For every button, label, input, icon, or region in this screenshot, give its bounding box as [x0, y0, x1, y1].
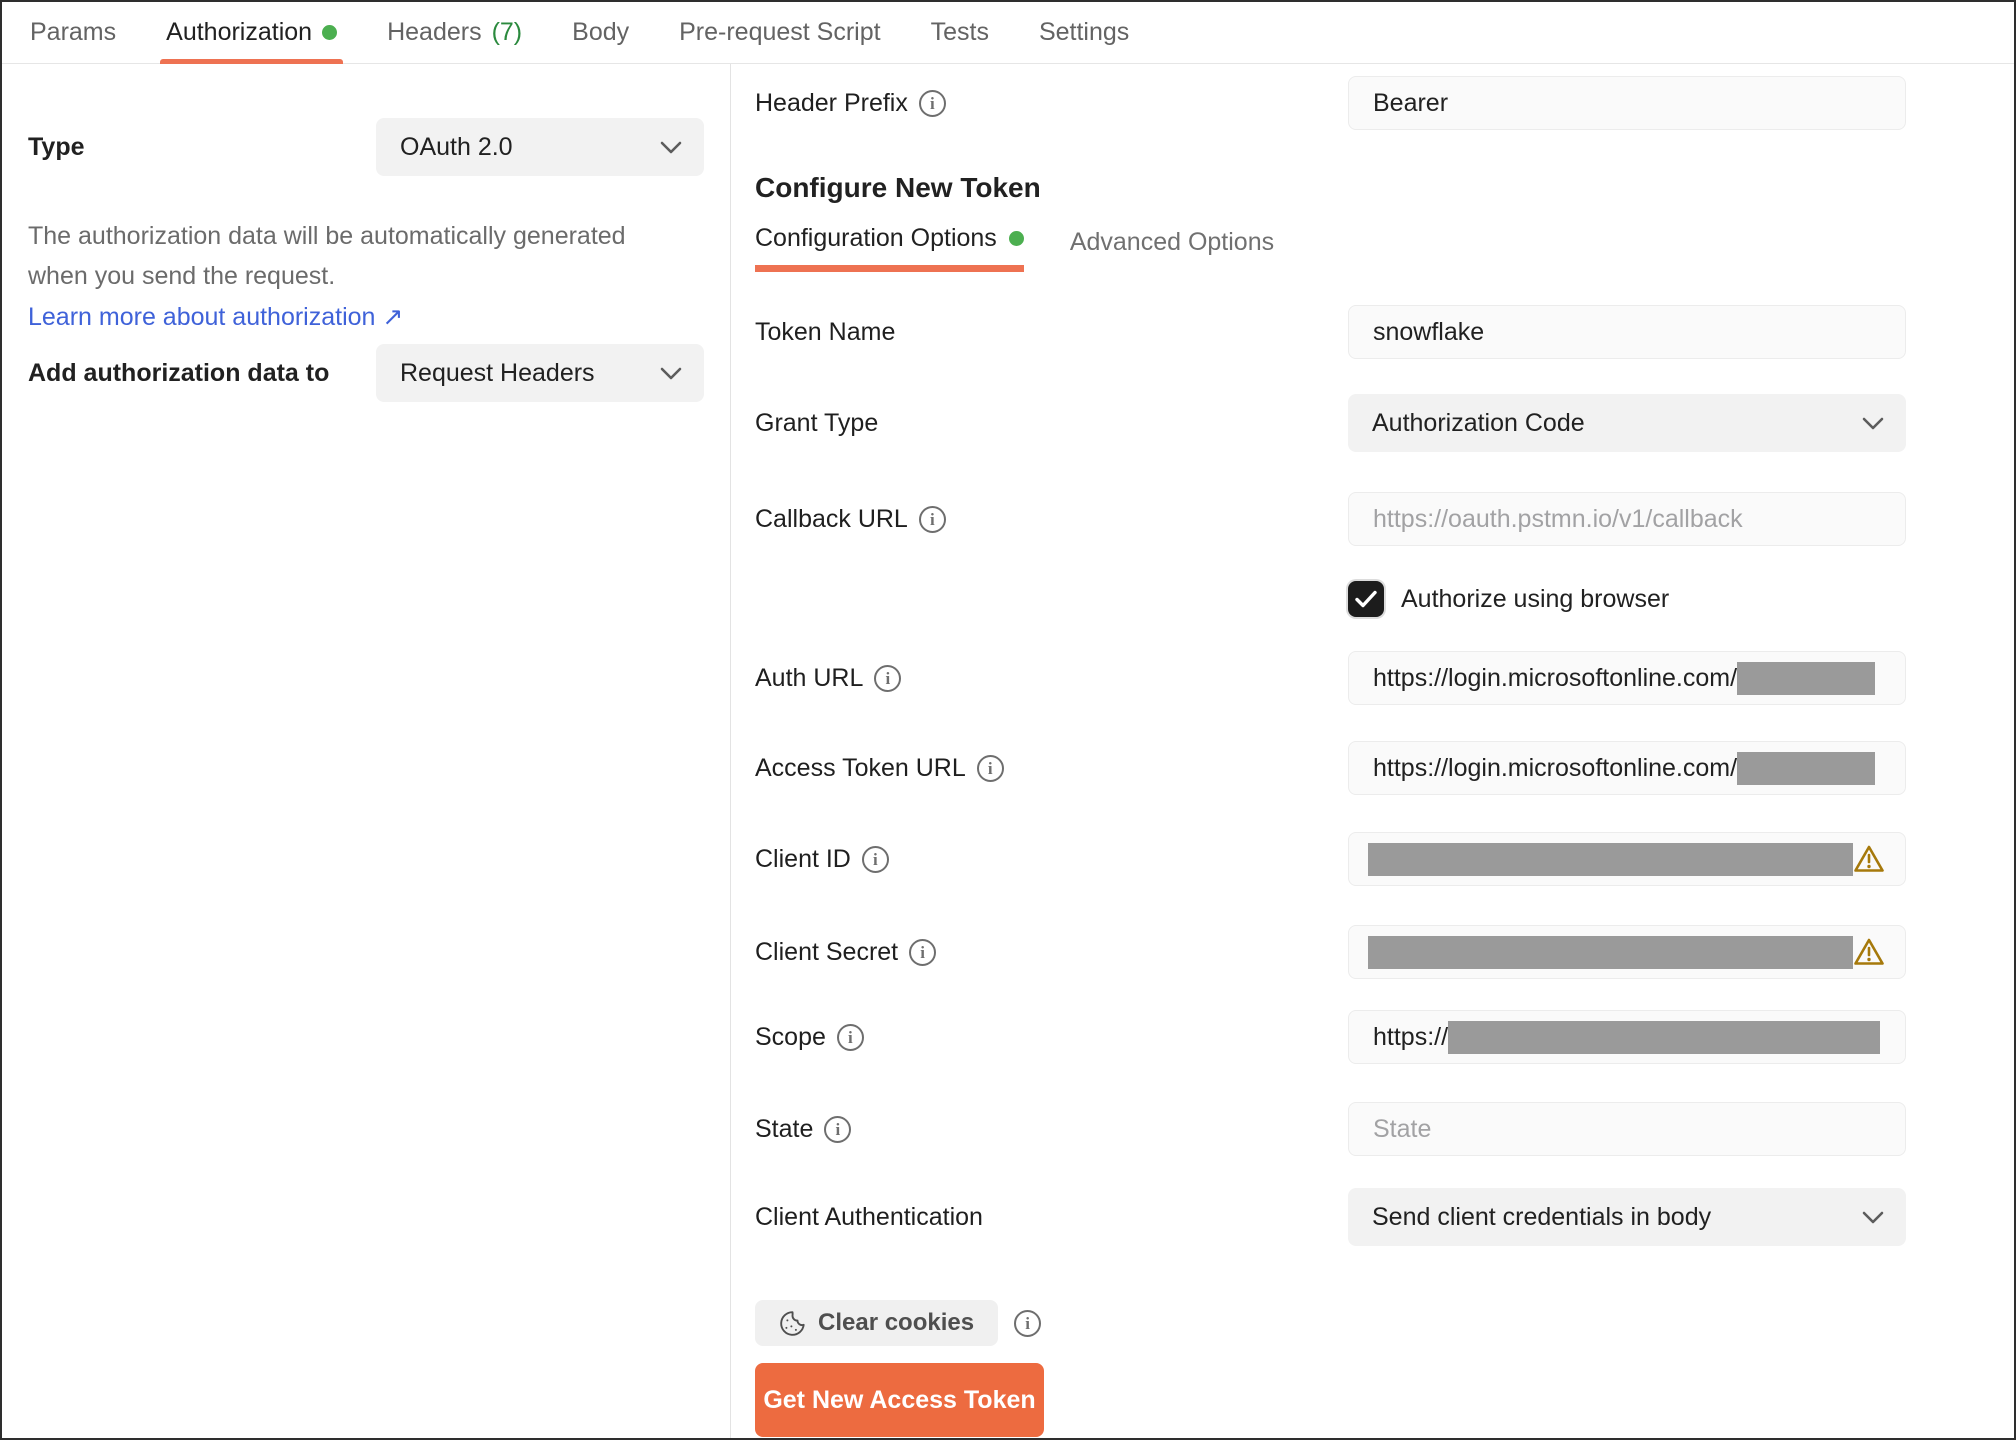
chevron-down-icon: [660, 141, 682, 153]
token-name-label: Token Name: [755, 317, 896, 346]
state-input[interactable]: [1348, 1102, 1906, 1156]
grant-type-label: Grant Type: [755, 408, 879, 437]
grant-type-value: Authorization Code: [1372, 408, 1585, 437]
auth-description-line2: when you send the request.: [28, 262, 336, 290]
auth-type-value: OAuth 2.0: [400, 132, 513, 161]
auth-url-input[interactable]: https://login.microsoftonline.com/: [1348, 651, 1906, 705]
add-auth-data-value: Request Headers: [400, 358, 595, 387]
chevron-down-icon: [1862, 1211, 1884, 1223]
token-name-input[interactable]: [1348, 305, 1906, 359]
warning-icon: [1854, 938, 1884, 965]
tab-label: Body: [572, 18, 630, 46]
info-icon[interactable]: i: [836, 1023, 864, 1051]
info-icon[interactable]: i: [909, 938, 937, 966]
chevron-down-icon: [1862, 417, 1884, 429]
redaction-block: [1368, 842, 1853, 876]
tab-pre-request-script[interactable]: Pre-request Script: [677, 2, 882, 64]
redaction-block: [1368, 935, 1853, 969]
info-icon[interactable]: i: [874, 664, 902, 692]
tab-label: Settings: [1038, 18, 1130, 46]
tab-tests[interactable]: Tests: [929, 2, 991, 64]
tab-authorization[interactable]: Authorization: [160, 2, 344, 64]
subtab-label: Advanced Options: [1069, 227, 1275, 256]
header-prefix-input[interactable]: [1348, 76, 1906, 130]
checkmark-icon: [1355, 590, 1377, 608]
authorize-browser-checkbox[interactable]: [1348, 581, 1384, 617]
authorize-browser-label[interactable]: Authorize using browser: [1401, 585, 1669, 614]
warning-icon: [1854, 845, 1884, 872]
chevron-down-icon: [660, 367, 682, 379]
learn-more-link[interactable]: Learn more about authorization ↗: [28, 303, 403, 331]
headers-count-badge: (7): [491, 18, 523, 46]
redaction-block: [1737, 751, 1876, 785]
access-token-url-input[interactable]: https://login.microsoftonline.com/: [1348, 741, 1906, 795]
auth-description: The authorization data will be automatic…: [28, 216, 688, 296]
access-token-url-visible-text: https://login.microsoftonline.com/: [1373, 753, 1738, 782]
subtab-advanced-options[interactable]: Advanced Options: [1070, 224, 1274, 272]
info-icon[interactable]: i: [918, 89, 946, 117]
subtab-label: Configuration Options: [755, 224, 997, 252]
client-authentication-label: Client Authentication: [755, 1202, 983, 1231]
auth-url-label: Auth URL: [755, 663, 864, 692]
tab-label: Tests: [930, 18, 989, 46]
info-icon[interactable]: i: [918, 505, 946, 533]
auth-description-line1: The authorization data will be automatic…: [28, 222, 626, 250]
tab-label: Headers: [387, 18, 482, 46]
state-label: State: [755, 1114, 814, 1143]
callback-url-label: Callback URL: [755, 504, 908, 533]
clear-cookies-button[interactable]: Clear cookies: [755, 1300, 999, 1346]
cookie-icon: [780, 1310, 805, 1336]
tab-label: Pre-request Script: [679, 18, 881, 46]
info-icon[interactable]: i: [861, 845, 889, 873]
clear-cookies-label: Clear cookies: [818, 1309, 975, 1336]
callback-url-input[interactable]: [1348, 492, 1906, 546]
tab-params[interactable]: Params: [28, 2, 118, 64]
modified-dot-icon: [322, 25, 338, 40]
active-tab-underline: [160, 58, 344, 64]
tab-label: Params: [30, 18, 117, 46]
get-new-access-token-button[interactable]: Get New Access Token: [755, 1363, 1044, 1437]
info-icon[interactable]: i: [1014, 1309, 1042, 1337]
client-secret-input[interactable]: [1348, 925, 1906, 979]
request-tabbar: Params Authorization Headers (7) Body Pr…: [2, 2, 2014, 64]
info-icon[interactable]: i: [976, 754, 1004, 782]
tab-settings[interactable]: Settings: [1037, 2, 1131, 64]
grant-type-select[interactable]: Authorization Code: [1348, 394, 1906, 452]
tab-headers[interactable]: Headers (7): [385, 2, 524, 64]
configure-new-token-heading: Configure New Token: [755, 172, 1041, 203]
client-id-label: Client ID: [755, 844, 851, 873]
tab-label: Authorization: [166, 18, 313, 46]
scope-label: Scope: [755, 1022, 826, 1051]
oauth-config-panel: Header Prefix i Configure New Token Conf…: [731, 64, 2014, 1438]
auth-type-panel: Type OAuth 2.0 The authorization data wi…: [2, 64, 731, 1438]
client-secret-label: Client Secret: [755, 937, 899, 966]
scope-input[interactable]: https://: [1348, 1010, 1906, 1064]
type-label: Type: [28, 132, 85, 161]
tab-body[interactable]: Body: [570, 2, 631, 64]
redaction-block: [1448, 1020, 1881, 1054]
auth-type-select[interactable]: OAuth 2.0: [376, 118, 704, 176]
add-auth-data-select[interactable]: Request Headers: [376, 344, 704, 402]
request-editor-window: Params Authorization Headers (7) Body Pr…: [0, 0, 2016, 1440]
modified-dot-icon: [1008, 231, 1024, 246]
add-auth-data-label: Add authorization data to: [28, 358, 330, 387]
header-prefix-label: Header Prefix: [755, 88, 908, 117]
redaction-block: [1737, 661, 1876, 695]
token-config-subtabs: Configuration Options Advanced Options: [755, 224, 2014, 272]
info-icon[interactable]: i: [824, 1115, 852, 1143]
scope-visible-text: https://: [1373, 1022, 1449, 1051]
access-token-url-label: Access Token URL: [755, 753, 966, 782]
client-authentication-select[interactable]: Send client credentials in body: [1348, 1188, 1906, 1246]
auth-url-visible-text: https://login.microsoftonline.com/: [1373, 663, 1738, 692]
subtab-configuration-options[interactable]: Configuration Options: [755, 224, 1024, 272]
client-authentication-value: Send client credentials in body: [1372, 1202, 1712, 1231]
client-id-input[interactable]: [1348, 832, 1906, 886]
